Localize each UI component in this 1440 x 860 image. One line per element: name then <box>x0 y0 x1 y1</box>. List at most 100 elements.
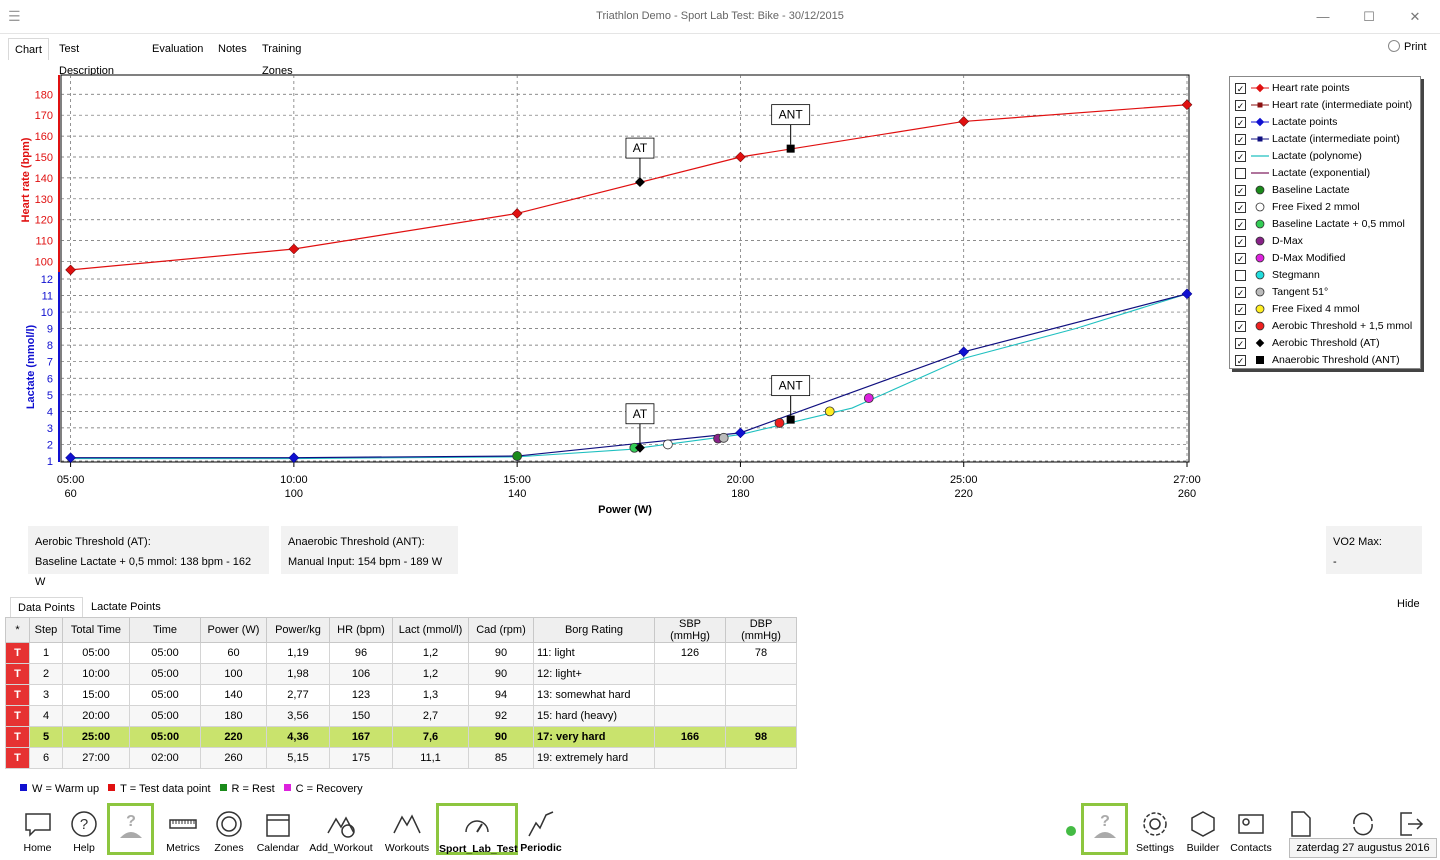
legend-item[interactable]: ✓ Heart rate points <box>1234 80 1420 97</box>
tab-chart[interactable]: Chart <box>8 38 49 60</box>
column-header[interactable]: Power (W) <box>200 617 267 643</box>
print-label: Print <box>1404 41 1427 53</box>
legend-checkbox[interactable]: ✓ <box>1235 236 1246 247</box>
legend-checkbox[interactable]: ✓ <box>1235 202 1246 213</box>
legend-checkbox[interactable]: ✓ <box>1235 185 1246 196</box>
legend-checkbox[interactable]: ✓ <box>1235 100 1246 111</box>
table-cell: 13: somewhat hard <box>533 684 655 706</box>
point-type-label: W = Warm up <box>32 783 100 795</box>
legend-item[interactable]: ✓ Lactate (intermediate point) <box>1234 131 1420 148</box>
x-tick-time-label: 05:00 <box>57 474 85 486</box>
toolbar-button-user-help[interactable]: ? <box>107 803 154 855</box>
legend-item[interactable]: ✓ Lactate (polynome) <box>1234 148 1420 165</box>
legend-label: Anaerobic Threshold (ANT) <box>1272 354 1400 366</box>
close-button[interactable]: ✕ <box>1392 4 1438 30</box>
vo2-max-box: VO2 Max: - <box>1326 526 1422 574</box>
toolbar-button-zones[interactable]: Zones <box>208 805 250 857</box>
threshold-point <box>774 418 785 428</box>
table-cell: T <box>5 642 30 664</box>
column-header[interactable]: Step <box>29 617 63 643</box>
toolbar-button-sport-lab-test[interactable]: Sport_Lab_Test <box>436 803 518 855</box>
column-header[interactable]: * <box>5 617 30 643</box>
tab-data-points[interactable]: Data Points <box>10 597 83 617</box>
tab-notes[interactable]: Notes <box>212 38 253 60</box>
legend-checkbox[interactable]: ✓ <box>1235 219 1246 230</box>
legend-item[interactable]: Stegmann <box>1234 267 1420 284</box>
tab-training-zones[interactable]: Training Zones <box>256 38 307 77</box>
toolbar-button-calendar[interactable]: Calendar <box>254 805 302 857</box>
x-tick-time-label: 20:00 <box>727 474 755 486</box>
column-header[interactable]: Lact (mmol/l) <box>392 617 469 643</box>
table-cell: 05:00 <box>62 642 130 664</box>
toolbar-button-help[interactable]: ? Help <box>62 805 106 857</box>
legend-item[interactable]: ✓ D-Max <box>1234 233 1420 250</box>
table-cell: 166 <box>654 726 726 748</box>
legend-item[interactable]: ✓ Baseline Lactate + 0,5 mmol <box>1234 216 1420 233</box>
legend-item[interactable]: ✓ Free Fixed 4 mmol <box>1234 301 1420 318</box>
table-row[interactable]: T 2 10:00 05:00 100 1,98 106 1,2 90 12: light+ <box>5 663 797 685</box>
table-row[interactable]: T 1 05:00 05:00 60 1,19 96 1,2 90 11: light 126 78 <box>5 642 797 664</box>
legend-symbol-icon <box>1251 136 1269 142</box>
hr-tick-label: 110 <box>35 236 53 248</box>
legend-item[interactable]: ✓ Anaerobic Threshold (ANT) <box>1234 352 1420 369</box>
table-cell: 20:00 <box>62 705 130 727</box>
column-header[interactable]: Time <box>129 617 201 643</box>
column-header[interactable]: Borg Rating <box>533 617 655 643</box>
globe-icon <box>1388 40 1400 52</box>
column-header[interactable]: Cad (rpm) <box>468 617 534 643</box>
legend-checkbox[interactable] <box>1235 168 1246 179</box>
legend-item[interactable]: ✓ D-Max Modified <box>1234 250 1420 267</box>
legend-item[interactable]: ✓ Aerobic Threshold (AT) <box>1234 335 1420 352</box>
table-row[interactable]: T 3 15:00 05:00 140 2,77 123 1,3 94 13: somewhat … <box>5 684 797 706</box>
legend-checkbox[interactable] <box>1235 270 1246 281</box>
column-header[interactable]: Total Time <box>62 617 130 643</box>
column-header[interactable]: HR (bpm) <box>329 617 393 643</box>
tab-lactate-points[interactable]: Lactate Points <box>84 597 168 617</box>
column-header[interactable]: DBP (mmHg) <box>725 617 797 643</box>
table-row[interactable]: T 4 20:00 05:00 180 3,56 150 2,7 92 15: hard (hea… <box>5 705 797 727</box>
legend-checkbox[interactable]: ✓ <box>1235 304 1246 315</box>
legend-item[interactable]: ✓ Heart rate (intermediate point) <box>1234 97 1420 114</box>
legend-checkbox[interactable]: ✓ <box>1235 253 1246 264</box>
legend-item[interactable]: ✓ Free Fixed 2 mmol <box>1234 199 1420 216</box>
toolbar-button-contacts[interactable]: Contacts <box>1228 805 1274 857</box>
table-row[interactable]: T 5 25:00 05:00 220 4,36 167 7,6 90 17: very hard… <box>5 726 797 748</box>
tab-test-description[interactable]: Test Description <box>53 38 120 77</box>
toolbar-button-workouts[interactable]: Workouts <box>380 805 434 857</box>
table-row[interactable]: T 6 27:00 02:00 260 5,15 175 11,1 85 19: extremel… <box>5 747 797 769</box>
minimize-button[interactable]: — <box>1300 4 1346 30</box>
print-button[interactable]: Print <box>1388 40 1427 53</box>
legend-symbol-icon <box>1255 219 1265 229</box>
column-header[interactable]: SBP (mmHg) <box>654 617 726 643</box>
toolbar-button-builder[interactable]: Builder <box>1181 805 1225 857</box>
toolbar-button-label: Workouts <box>384 842 430 854</box>
legend-label: Lactate (intermediate point) <box>1272 133 1400 145</box>
legend-item[interactable]: ✓ Baseline Lactate <box>1234 182 1420 199</box>
table-cell: 7,6 <box>392 726 469 748</box>
legend-item[interactable]: ✓ Lactate points <box>1234 114 1420 131</box>
toolbar-button-settings[interactable]: Settings <box>1133 805 1177 857</box>
legend-checkbox[interactable]: ✓ <box>1235 117 1246 128</box>
toolbar-button-home[interactable]: Home <box>15 805 60 857</box>
legend-checkbox[interactable]: ✓ <box>1235 83 1246 94</box>
legend-checkbox[interactable]: ✓ <box>1235 355 1246 366</box>
x-tick-time-label: 10:00 <box>280 474 308 486</box>
legend-symbol-icon <box>1255 287 1265 297</box>
legend-checkbox[interactable]: ✓ <box>1235 287 1246 298</box>
legend-item[interactable]: ✓ Aerobic Threshold + 1,5 mmol <box>1234 318 1420 335</box>
legend-checkbox[interactable]: ✓ <box>1235 151 1246 162</box>
legend-checkbox[interactable]: ✓ <box>1235 321 1246 332</box>
legend-checkbox[interactable]: ✓ <box>1235 338 1246 349</box>
toolbar-button-periodic[interactable]: Periodic <box>518 805 564 857</box>
tab-evaluation[interactable]: Evaluation <box>146 38 209 60</box>
column-header[interactable]: Power/kg <box>266 617 330 643</box>
toolbar-button-add-workout[interactable]: Add_Workout <box>306 805 376 857</box>
toolbar-button-user-help[interactable]: ? <box>1081 803 1128 855</box>
legend-item[interactable]: Lactate (exponential) <box>1234 165 1420 182</box>
table-cell: 94 <box>468 684 534 706</box>
maximize-button[interactable]: ☐ <box>1346 4 1392 30</box>
legend-item[interactable]: ✓ Tangent 51° <box>1234 284 1420 301</box>
toolbar-button-metrics[interactable]: Metrics <box>160 805 206 857</box>
legend-checkbox[interactable]: ✓ <box>1235 134 1246 145</box>
hide-button[interactable]: Hide <box>1397 598 1420 610</box>
